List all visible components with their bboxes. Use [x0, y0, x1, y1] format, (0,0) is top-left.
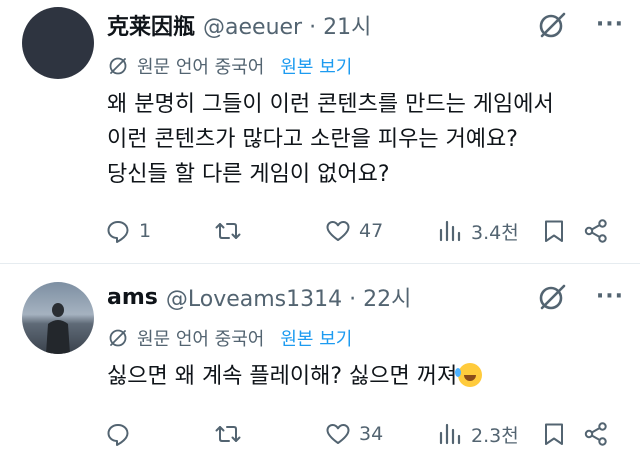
- display-name[interactable]: ams: [107, 285, 158, 310]
- grok-icon[interactable]: [536, 281, 568, 313]
- tweet-header: 克莱因瓶 @aeeuer · 21시 ···: [107, 6, 624, 44]
- handle-and-time[interactable]: @Loveams1314 · 22시: [166, 281, 411, 313]
- show-original-link[interactable]: 원본 보기: [280, 53, 352, 79]
- rolling-on-floor-laughing-emoji: [455, 363, 483, 387]
- tweet-text-line: 왜 분명히 그들이 이런 콘텐츠를 만드는 게임에서: [107, 92, 554, 117]
- tweet-text-content: 싫으면 왜 계속 플레이해? 싫으면 꺼져: [107, 364, 458, 389]
- bookmark-icon: [545, 423, 563, 445]
- translation-bar: 원문 언어 중국어 원본 보기: [107, 51, 624, 81]
- bookmark-button[interactable]: [541, 218, 583, 244]
- translated-from-label: 원문 언어 중국어: [137, 57, 265, 78]
- share-icon: [584, 219, 607, 243]
- tweet-body: ams @Loveams1314 · 22시 ··· 원문 언어 중국어 원본 …: [107, 278, 624, 394]
- avatar[interactable]: [22, 7, 94, 79]
- retweet-icon: [215, 426, 241, 442]
- show-original-link[interactable]: 원본 보기: [280, 325, 352, 351]
- header-icons: ···: [536, 278, 624, 316]
- handle-and-time[interactable]: @aeeuer · 21시: [203, 9, 371, 41]
- view-count: 3.4천: [471, 221, 519, 244]
- tweet-text: 왜 분명히 그들이 이런 콘텐츠를 만드는 게임에서 이런 콘텐츠가 많다고 소…: [107, 87, 624, 192]
- like-count: 47: [359, 220, 384, 242]
- tweet[interactable]: 克莱因瓶 @aeeuer · 21시 ··· 원문 언어 중국어 원본 보기 왜…: [0, 0, 640, 263]
- avatar[interactable]: [22, 282, 94, 354]
- reply-button[interactable]: 1: [105, 218, 215, 244]
- action-bar: 1 47 3.4천: [105, 213, 632, 249]
- like-button[interactable]: 47: [325, 218, 437, 244]
- tweet-body: 克莱因瓶 @aeeuer · 21시 ··· 원문 언어 중국어 원본 보기 왜…: [107, 6, 624, 192]
- translate-icon: [109, 57, 127, 75]
- reply-count: 1: [139, 220, 152, 242]
- bookmark-button[interactable]: [541, 421, 583, 447]
- translate-icon: [109, 329, 127, 347]
- tweet-text-line: 싫으면 왜 계속 플레이해? 싫으면 꺼져: [107, 359, 624, 394]
- share-button[interactable]: [583, 218, 609, 244]
- more-options-icon[interactable]: ···: [596, 286, 624, 308]
- avatar-person-silhouette: [46, 303, 70, 354]
- view-count: 2.3천: [471, 424, 519, 447]
- reply-icon: [107, 424, 129, 446]
- views-chart-icon: [439, 423, 461, 445]
- tweet-text-line: 이런 콘텐츠가 많다고 소란을 피우는 거예요?: [107, 127, 518, 152]
- reply-icon: [107, 221, 129, 243]
- reply-button[interactable]: [105, 421, 215, 447]
- translation-bar: 원문 언어 중국어 원본 보기: [107, 323, 624, 353]
- share-icon: [584, 422, 607, 446]
- views-chart-icon: [439, 220, 461, 242]
- retweet-icon: [215, 223, 241, 239]
- tweet[interactable]: ams @Loveams1314 · 22시 ··· 원문 언어 중국어 원본 …: [0, 264, 640, 447]
- retweet-button[interactable]: [215, 218, 325, 244]
- tweet-text-line: 당신들 할 다른 게임이 없어요?: [107, 162, 390, 187]
- display-name[interactable]: 克莱因瓶: [107, 9, 195, 41]
- views-button[interactable]: 3.4천: [437, 218, 541, 245]
- like-count: 34: [359, 423, 384, 445]
- share-button[interactable]: [583, 421, 609, 447]
- header-icons: ···: [536, 6, 624, 44]
- like-button[interactable]: 34: [325, 421, 437, 447]
- views-button[interactable]: 2.3천: [437, 421, 541, 448]
- heart-icon: [326, 221, 350, 241]
- translated-from-label: 원문 언어 중국어: [137, 329, 265, 350]
- tweet-text: 싫으면 왜 계속 플레이해? 싫으면 꺼져: [107, 359, 624, 394]
- tweet-header: ams @Loveams1314 · 22시 ···: [107, 278, 624, 316]
- retweet-button[interactable]: [215, 421, 325, 447]
- bookmark-icon: [545, 220, 563, 242]
- heart-icon: [326, 424, 350, 444]
- grok-icon[interactable]: [536, 9, 568, 41]
- more-options-icon[interactable]: ···: [596, 14, 624, 36]
